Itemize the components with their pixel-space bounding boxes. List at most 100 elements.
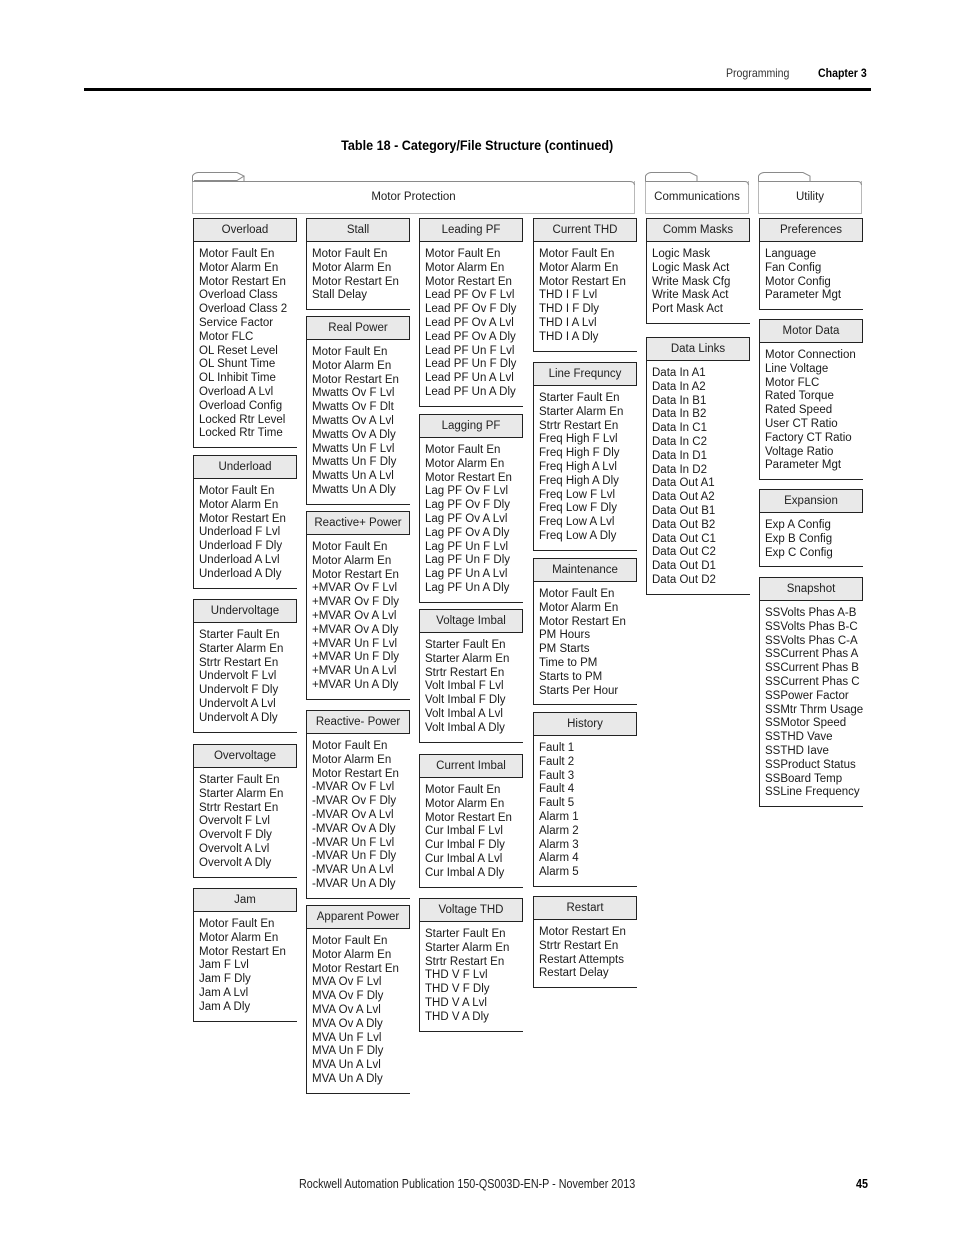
parameter-item: Volt Imbal A Dly <box>425 721 505 734</box>
parameter-item: Motor Restart En <box>425 811 512 824</box>
group-item-list: Motor Fault En Motor Alarm En Motor Restar… <box>419 242 523 407</box>
parameter-item: Starter Fault En <box>199 629 280 641</box>
parameter-item: PM Starts <box>539 643 590 656</box>
parameter-item: -MVAR Un A Lvl <box>312 864 394 877</box>
parameter-item: Volt Imbal A Lvl <box>425 707 503 720</box>
group-line-frequency: Line Frequncy Starter Fault En Starter Ala… <box>533 362 637 551</box>
category-label: Motor Protection <box>371 191 456 203</box>
group-header: Motor Data <box>759 319 863 343</box>
parameter-item: SSVolts Phas B-C <box>765 620 858 633</box>
parameter-item: SSCurrent Phas C <box>765 675 860 688</box>
parameter-item: Parameter Mgt <box>765 289 842 302</box>
parameter-item: Motor Restart En <box>312 275 399 288</box>
parameter-item: Motor Connection <box>765 349 856 361</box>
group-restart: Restart Motor Restart En Strtr Restart En R… <box>533 896 637 989</box>
parameter-item: Fan Config <box>765 261 822 274</box>
parameter-item: Lead PF Ov A Lvl <box>425 316 514 329</box>
group-apparent-power: Apparent Power Motor Fault En Motor Alarm … <box>306 905 410 1094</box>
parameter-item: Logic Mask <box>652 248 711 260</box>
group-header: History <box>533 712 637 736</box>
parameter-item: Cur Imbal F Lvl <box>425 825 503 838</box>
group-header: Preferences <box>759 218 863 242</box>
category-communications: Communications <box>645 172 749 214</box>
group-item-list: Motor Fault En Motor Alarm En Motor Restar… <box>419 778 523 888</box>
group-item-list: Starter Fault En Starter Alarm En Strtr Re… <box>419 922 523 1032</box>
parameter-item: -MVAR Un A Dly <box>312 877 396 890</box>
parameter-item: Exp A Config <box>765 519 831 531</box>
parameter-item: Freq High A Dly <box>539 474 619 487</box>
parameter-item: Motor Fault En <box>312 541 388 553</box>
group-current-imbal: Current Imbal Motor Fault En Motor Alarm E… <box>419 754 523 888</box>
group-header: Maintenance <box>533 558 637 582</box>
parameter-item: Motor Alarm En <box>312 753 392 766</box>
group-item-list: Logic Mask Logic Mask Act Write Mask Cfg Wr… <box>646 242 750 324</box>
group-header: Overload <box>193 218 297 242</box>
parameter-item: +MVAR Ov A Dly <box>312 623 399 636</box>
parameter-item: Alarm 3 <box>539 838 579 851</box>
group-preferences: Preferences Language Fan Config Motor Confi… <box>759 218 863 311</box>
parameter-item: Mwatts Ov A Dly <box>312 428 396 441</box>
parameter-item: Restart Attempts <box>539 953 625 966</box>
group-voltage-thd: Voltage THD Starter Fault En Starter Alarm… <box>419 898 523 1032</box>
group-item-list: Fault 1 Fault 2 Fault 3 Fault 4 Fault 5 Alarm… <box>533 736 637 887</box>
parameter-item: Parameter Mgt <box>765 459 842 472</box>
parameter-item: Strtr Restart En <box>425 666 505 679</box>
parameter-item: Starts to PM <box>539 670 603 683</box>
parameter-item: Freq Low A Lvl <box>539 516 615 529</box>
parameter-item: Motor Restart En <box>312 373 399 386</box>
group-header: Undervoltage <box>193 599 297 623</box>
parameter-item: Overvolt A Dly <box>199 856 272 869</box>
parameter-item: Rated Torque <box>765 390 834 403</box>
parameter-item: Lead PF Un A Dly <box>425 385 516 398</box>
parameter-item: MVA Un F Lvl <box>312 1031 382 1044</box>
parameter-item: Fault 4 <box>539 783 575 796</box>
group-item-list: Motor Fault En Motor Alarm En Motor Restar… <box>193 912 297 1022</box>
parameter-item: Motor Config <box>765 275 831 288</box>
group-header: Data Links <box>646 337 750 361</box>
group-snapshot: Snapshot SSVolts Phas A-B SSVolts Phas B-C… <box>759 577 863 808</box>
parameter-item: -MVAR Ov F Lvl <box>312 781 395 794</box>
group-header: Real Power <box>306 316 410 340</box>
parameter-item: Motor FLC <box>765 376 820 389</box>
group-lagging-pf: Lagging PF Motor Fault En Motor Alarm En Mo… <box>419 414 523 603</box>
group-item-list: Motor Fault En Motor Alarm En Motor Restar… <box>419 438 523 603</box>
parameter-item: Motor Fault En <box>425 444 501 456</box>
parameter-item: Alarm 4 <box>539 852 579 865</box>
parameter-item: Fault 3 <box>539 769 575 782</box>
running-header-chapter: Chapter 3 <box>818 66 867 80</box>
parameter-item: Freq Low F Lvl <box>539 488 616 501</box>
parameter-item: Motor Fault En <box>312 740 388 752</box>
parameter-item: Motor Alarm En <box>425 457 505 470</box>
parameter-item: Data In D1 <box>652 449 707 462</box>
group-current-thd: Current THD Motor Fault En Motor Alarm En M… <box>533 218 637 352</box>
parameter-item: Data Out A2 <box>652 491 715 504</box>
parameter-item: Starter Fault En <box>425 928 506 940</box>
footer-publication: Rockwell Automation Publication 150-QS00… <box>299 1177 636 1191</box>
parameter-item: Motor Fault En <box>539 248 615 260</box>
parameter-item: Fault 1 <box>539 742 575 754</box>
parameter-item: Starts Per Hour <box>539 684 619 697</box>
parameter-item: +MVAR Un A Dly <box>312 678 399 691</box>
parameter-item: Motor Restart En <box>199 512 286 525</box>
group-reactive-minus-power: Reactive- Power Motor Fault En Motor Alarm… <box>306 710 410 899</box>
parameter-item: Motor Fault En <box>199 918 275 930</box>
parameter-item: Data In A1 <box>652 367 706 379</box>
category-label: Utility <box>795 191 825 203</box>
parameter-item: Rated Speed <box>765 404 833 417</box>
parameter-item: Overload Class <box>199 289 278 302</box>
group-header: Snapshot <box>759 577 863 601</box>
group-undervoltage: Undervoltage Starter Fault En Starter Alar… <box>193 599 297 733</box>
group-item-list: Starter Fault En Starter Alarm En Strtr Re… <box>193 623 297 733</box>
parameter-item: Motor Restart En <box>539 615 626 628</box>
parameter-item: SSCurrent Phas A <box>765 648 859 661</box>
parameter-item: Logic Mask Act <box>652 261 730 274</box>
parameter-item: Lag PF Un A Lvl <box>425 568 508 581</box>
header-rule <box>84 88 871 91</box>
parameter-item: SSPower Factor <box>765 689 849 702</box>
parameter-item: Starter Alarm En <box>425 652 510 665</box>
parameter-item: Motor Fault En <box>312 935 388 947</box>
parameter-item: SSTHD Vave <box>765 731 833 744</box>
parameter-item: Motor Restart En <box>199 275 286 288</box>
parameter-item: Exp C Config <box>765 546 833 559</box>
parameter-item: Underload F Lvl <box>199 526 281 539</box>
